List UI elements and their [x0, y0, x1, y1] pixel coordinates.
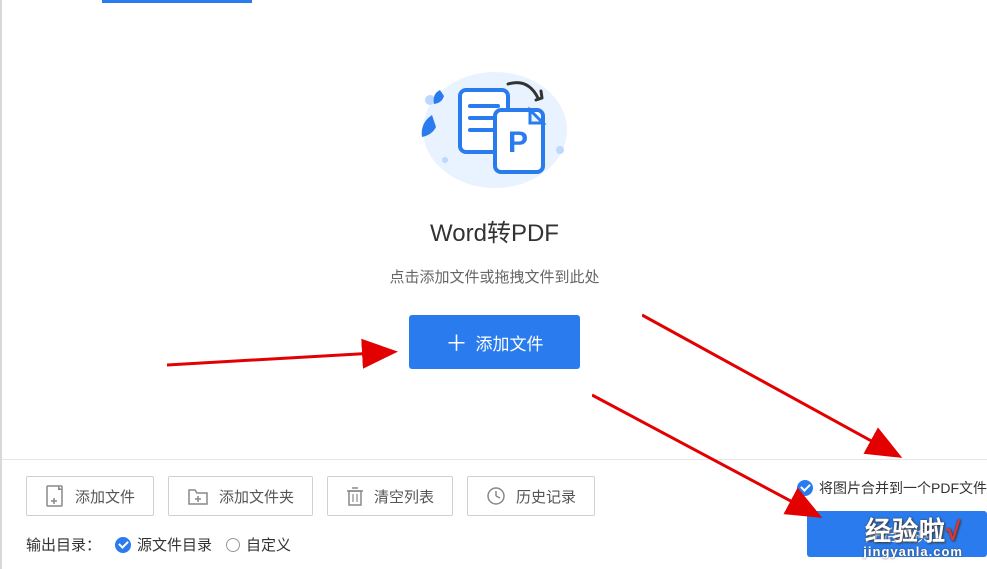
svg-text:P: P [508, 126, 528, 159]
convert-button-label: 开始转换 [865, 528, 929, 545]
clear-list-text: 清空列表 [374, 486, 434, 507]
clock-icon [486, 486, 506, 506]
file-add-icon [45, 485, 65, 507]
check-icon [797, 480, 813, 496]
drop-hint: 点击添加文件或拖拽文件到此处 [2, 266, 987, 287]
trash-icon [346, 486, 364, 506]
add-file-text: 添加文件 [75, 486, 135, 507]
add-file-button[interactable]: 添加文件 [26, 476, 154, 516]
radio-empty-icon [226, 538, 240, 552]
convert-button[interactable]: 开始转换 [807, 511, 987, 557]
history-button[interactable]: 历史记录 [467, 476, 595, 516]
output-source-dir-option[interactable]: 源文件目录 [115, 534, 212, 555]
add-folder-button[interactable]: 添加文件夹 [168, 476, 313, 516]
word-to-pdf-illustration: P [410, 60, 580, 190]
page-title: Word转PDF [2, 213, 987, 248]
folder-add-icon [187, 486, 209, 506]
plus-icon: ＋ [445, 326, 467, 358]
clear-list-button[interactable]: 清空列表 [327, 476, 453, 516]
add-file-label: 添加文件 [476, 330, 544, 355]
history-text: 历史记录 [516, 486, 576, 507]
output-dir-label: 输出目录： [26, 534, 101, 555]
merge-images-option[interactable]: 将图片合并到一个PDF文件 [797, 478, 987, 498]
merge-images-label: 将图片合并到一个PDF文件 [819, 478, 987, 498]
source-dir-label: 源文件目录 [137, 534, 212, 555]
output-custom-option[interactable]: 自定义 [226, 534, 291, 555]
add-folder-text: 添加文件夹 [219, 486, 294, 507]
radio-checked-icon [115, 537, 131, 553]
bottom-toolbar: 添加文件 添加文件夹 清空列表 历史记录 将图片合并到一个PDF文件 输出目录：… [2, 459, 987, 569]
drop-zone[interactable]: P Word转PDF 点击添加文件或拖拽文件到此处 ＋ 添加文件 [2, 60, 987, 369]
add-file-button-main[interactable]: ＋ 添加文件 [409, 315, 579, 369]
active-tab-indicator [102, 0, 252, 3]
custom-dir-label: 自定义 [246, 534, 291, 555]
